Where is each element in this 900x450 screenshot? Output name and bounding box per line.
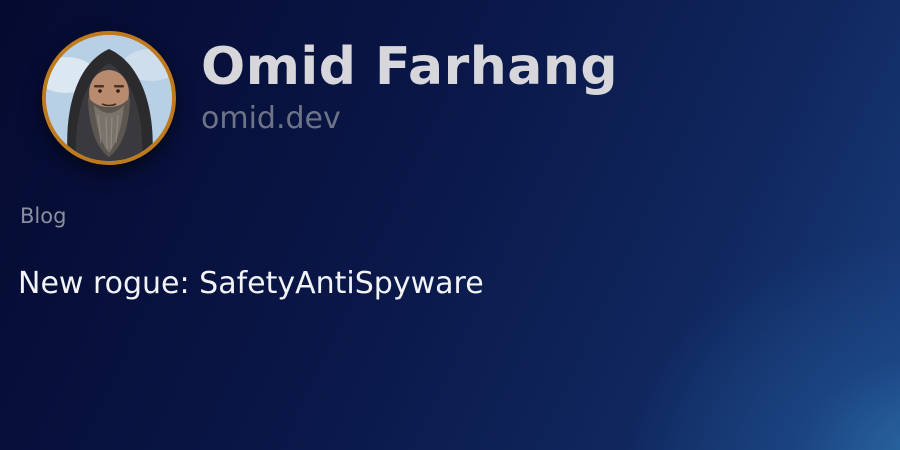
profile-header: Omid Farhang omid.dev [42,31,618,165]
user-portrait-icon [46,35,172,161]
profile-domain[interactable]: omid.dev [201,101,618,137]
profile-name: Omid Farhang [201,37,619,97]
post-title[interactable]: New rogue: SafetyAntiSpyware [18,266,484,301]
identity-block: Omid Farhang omid.dev [201,37,618,137]
section-label[interactable]: Blog [20,204,66,228]
avatar [42,31,176,165]
